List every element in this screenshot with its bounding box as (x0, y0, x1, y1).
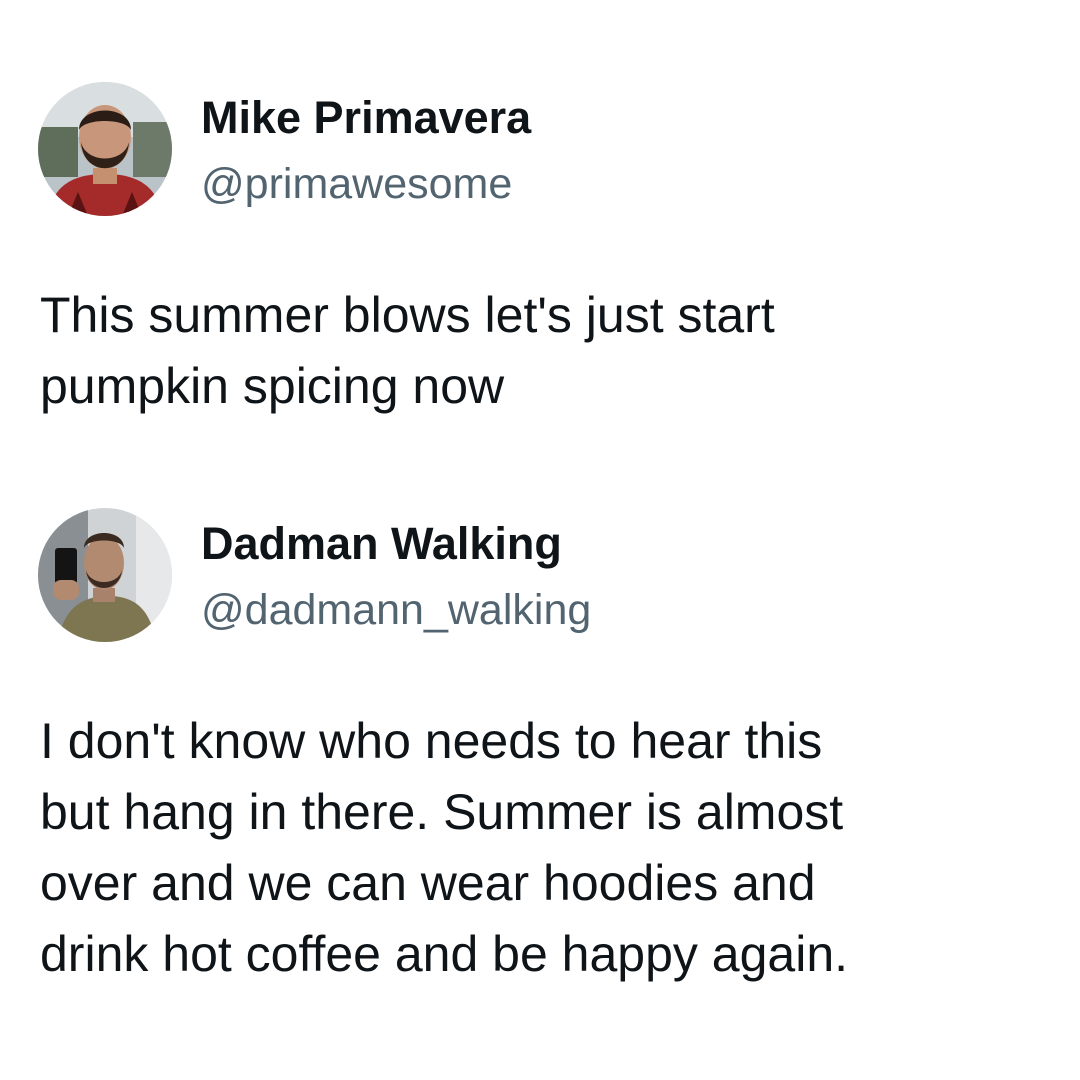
avatar[interactable] (38, 82, 172, 216)
tweet-text-line: I don't know who needs to hear this (40, 713, 823, 769)
display-name[interactable]: Mike Primavera (201, 92, 531, 144)
tweet-text-line: but hang in there. Summer is almost (40, 784, 844, 840)
tweet-text: I don't know who needs to hear this but … (40, 706, 1040, 990)
tweet-text: This summer blows let's just start pumpk… (40, 280, 1040, 422)
avatar-photo-icon (38, 508, 172, 642)
tweet-text-line: pumpkin spicing now (40, 358, 505, 414)
avatar[interactable] (38, 508, 172, 642)
display-name[interactable]: Dadman Walking (201, 518, 562, 570)
tweet-text-line: over and we can wear hoodies and (40, 855, 816, 911)
tweet-text-line: This summer blows let's just start (40, 287, 775, 343)
avatar-photo-icon (38, 82, 172, 216)
handle[interactable]: @primawesome (201, 158, 512, 210)
handle[interactable]: @dadmann_walking (201, 584, 591, 636)
tweet-text-line: drink hot coffee and be happy again. (40, 926, 849, 982)
